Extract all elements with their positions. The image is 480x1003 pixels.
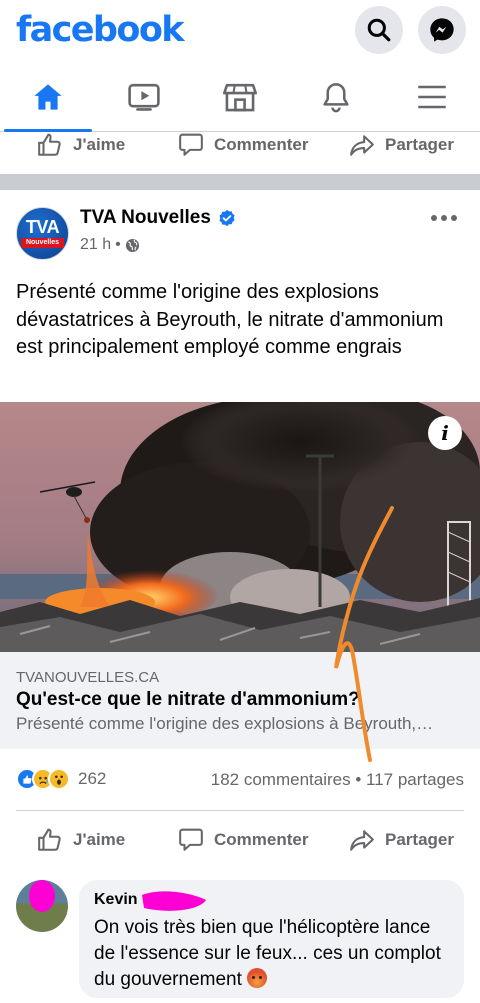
share-label: Partager <box>385 135 454 154</box>
link-domain: TVANOUVELLES.CA <box>16 669 160 686</box>
messenger-button[interactable] <box>418 6 466 54</box>
facebook-logo[interactable]: facebook <box>16 10 185 50</box>
marketplace-icon <box>223 83 257 112</box>
like-button[interactable]: J'aime <box>36 122 125 168</box>
top-bar: facebook <box>0 0 480 64</box>
post-actions: J'aime Commenter Partager <box>0 817 480 863</box>
comment-icon <box>179 133 203 156</box>
comment-text: On vois très bien que l'hélicoptère lanc… <box>94 915 454 993</box>
globe-icon <box>125 238 139 252</box>
menu-icon <box>418 85 446 109</box>
avatar-logo-text: TVA <box>25 217 60 237</box>
more-options-button[interactable] <box>428 206 460 230</box>
search-button[interactable] <box>355 6 403 54</box>
reactions-summary[interactable]: 262 <box>16 768 106 790</box>
comments-shares-count[interactable]: 182 commentaires • 117 partages <box>211 770 464 790</box>
share-icon <box>350 830 374 851</box>
page-name[interactable]: TVA Nouvelles <box>80 207 211 229</box>
post-image[interactable] <box>0 402 480 652</box>
like-label: J'aime <box>73 135 126 154</box>
meta-dot: • <box>115 236 121 253</box>
like-label: J'aime <box>73 830 126 849</box>
post-timestamp[interactable]: 21 h <box>80 236 111 254</box>
search-icon <box>367 18 391 42</box>
reaction-count: 262 <box>78 769 107 788</box>
commenter-name[interactable]: Kevin <box>94 891 138 909</box>
tab-notifications[interactable] <box>288 64 384 130</box>
link-title[interactable]: Qu'est-ce que le nitrate d'ammonium? <box>16 689 360 711</box>
more-dot-icon <box>431 215 437 221</box>
link-description: Présenté comme l'origine des explosions … <box>16 714 434 733</box>
like-icon <box>38 828 61 851</box>
bell-icon <box>323 83 349 113</box>
like-icon <box>38 133 61 156</box>
comment-label: Commenter <box>214 830 309 849</box>
tab-menu[interactable] <box>384 64 480 130</box>
avatar-logo-subtext: Nouvelles <box>21 238 64 248</box>
more-dot-icon <box>441 215 447 221</box>
commenter-avatar[interactable] <box>16 880 68 932</box>
verified-badge-icon <box>219 209 235 227</box>
home-icon <box>34 84 62 110</box>
comment-icon <box>179 828 203 851</box>
more-dot-icon <box>451 215 457 221</box>
tab-marketplace[interactable] <box>192 64 288 130</box>
messenger-icon <box>430 18 454 42</box>
like-button[interactable]: J'aime <box>36 817 125 863</box>
wow-reaction-icon <box>48 768 70 790</box>
previous-post-actions: J'aime Commenter Partager <box>0 122 480 168</box>
share-label: Partager <box>385 830 454 849</box>
comment-body: On vois très bien que l'hélicoptère lanc… <box>94 917 441 990</box>
tab-home[interactable] <box>0 64 96 132</box>
page-avatar[interactable]: TVA Nouvelles <box>16 207 69 260</box>
share-button[interactable]: Partager <box>348 817 454 863</box>
explosion-photo <box>0 402 480 652</box>
comment-label: Commenter <box>214 135 309 154</box>
post-text: Présenté comme l'origine des explosions … <box>16 281 444 358</box>
feed-separator <box>0 174 480 190</box>
comment-button[interactable]: Commenter <box>177 817 308 863</box>
page-name-row: TVA Nouvelles <box>80 207 236 229</box>
image-info-button[interactable]: i <box>428 416 462 450</box>
stats-divider <box>16 810 464 811</box>
angry-emoji-icon <box>247 968 268 988</box>
tab-watch[interactable] <box>96 64 192 130</box>
share-icon <box>350 135 374 156</box>
comment-button[interactable]: Commenter <box>177 122 308 168</box>
watch-icon <box>128 83 160 111</box>
share-button[interactable]: Partager <box>348 122 454 168</box>
post-meta: 21 h • <box>80 236 140 254</box>
